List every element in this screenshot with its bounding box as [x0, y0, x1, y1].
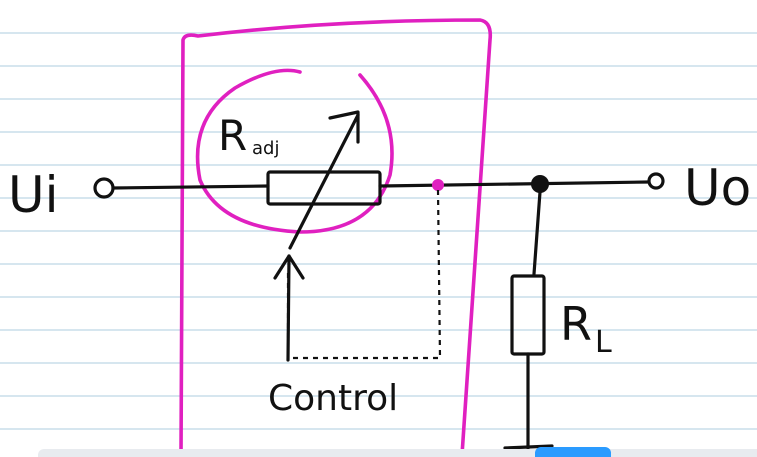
video-control-button[interactable]	[535, 447, 611, 457]
ruled-lines	[0, 32, 757, 430]
r-adj-label: R	[218, 111, 247, 160]
r-adj-resistor	[266, 170, 382, 206]
input-label: Ui	[8, 166, 59, 224]
variable-arrow	[288, 113, 360, 250]
variable-arrow-head	[328, 110, 360, 144]
r-load-label: R	[560, 297, 592, 351]
r-load-subscript: L	[595, 325, 612, 360]
input-wire	[111, 184, 270, 190]
load-wire-top	[532, 190, 542, 276]
r-adj-subscript: adj	[252, 138, 279, 159]
video-progress-bar[interactable]	[38, 449, 757, 457]
output-terminal	[647, 172, 665, 190]
control-label: Control	[268, 378, 398, 419]
output-wire	[378, 180, 650, 188]
circuit-diagram: Ui Uo R adj R L Control	[0, 18, 757, 457]
output-label: Uo	[684, 159, 751, 217]
feedback-node	[432, 179, 444, 191]
control-arrow	[286, 254, 291, 362]
input-terminal	[93, 177, 115, 199]
junction-dot	[531, 175, 549, 193]
r-load-resistor	[510, 274, 546, 356]
